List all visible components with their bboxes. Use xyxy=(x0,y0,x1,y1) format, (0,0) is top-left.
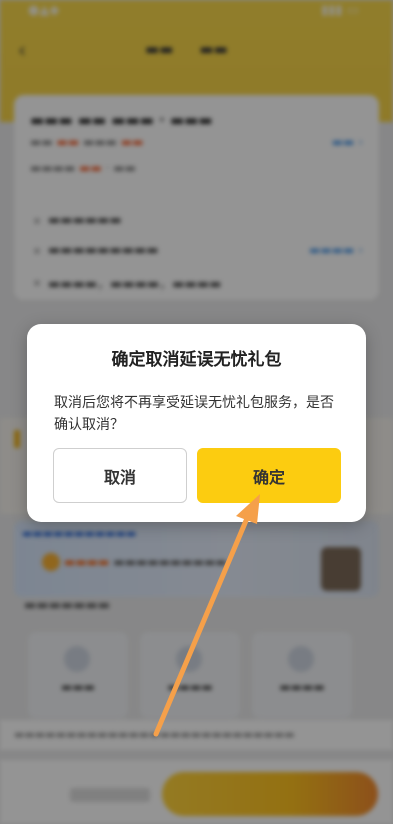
dialog-message: 取消后您将不再享受延误无忧礼包服务，是否确认取消？ xyxy=(54,395,334,433)
cancel-button[interactable]: 取消 xyxy=(53,448,187,503)
app-screen: ●▲◆ ▮▮▮ ▭ ‹ ▬▬ ▬▬ ▬▬▬ ▬▬ ▬▬▬ · ▬▬▬ ▬▬ ▬▬… xyxy=(0,0,393,824)
confirm-button[interactable]: 确定 xyxy=(197,448,341,503)
dialog-title: 确定取消延误无忧礼包 xyxy=(111,350,282,370)
confirm-dialog: 确定取消延误无忧礼包 取消后您将不再享受延误无忧礼包服务，是否确认取消？ 取消 … xyxy=(27,324,366,522)
